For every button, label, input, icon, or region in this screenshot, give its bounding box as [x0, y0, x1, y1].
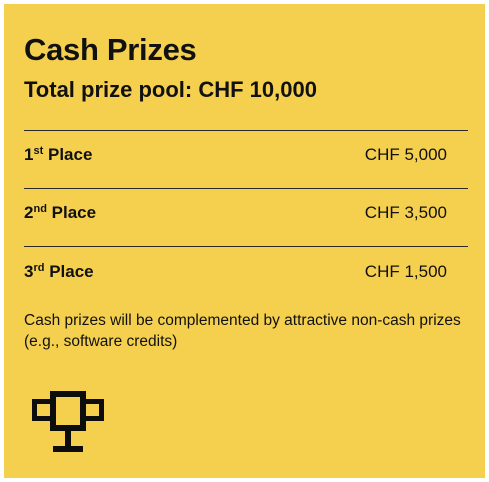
trophy-icon	[32, 391, 104, 452]
divider	[24, 188, 468, 189]
prize-place-label: 3rd Place	[24, 262, 94, 281]
divider	[24, 130, 468, 131]
prize-row-third: 3rd Place CHF 1,500	[24, 259, 447, 285]
prize-amount: CHF 5,000	[364, 145, 447, 164]
prize-amount: CHF 1,500	[364, 262, 447, 281]
cash-prizes-card: Cash Prizes Total prize pool: CHF 10,000…	[4, 4, 485, 478]
prize-amount: CHF 3,500	[364, 203, 447, 222]
prize-row-second: 2nd Place CHF 3,500	[24, 200, 447, 226]
non-cash-prizes-note: Cash prizes will be complemented by attr…	[24, 312, 461, 350]
prize-place-label: 2nd Place	[24, 203, 97, 222]
prize-place-label: 1st Place	[24, 145, 93, 164]
page-title: Cash Prizes	[24, 32, 197, 67]
prize-row-first: 1st Place CHF 5,000	[24, 142, 447, 168]
divider	[24, 246, 468, 247]
prize-pool-subtitle: Total prize pool: CHF 10,000	[24, 77, 317, 102]
